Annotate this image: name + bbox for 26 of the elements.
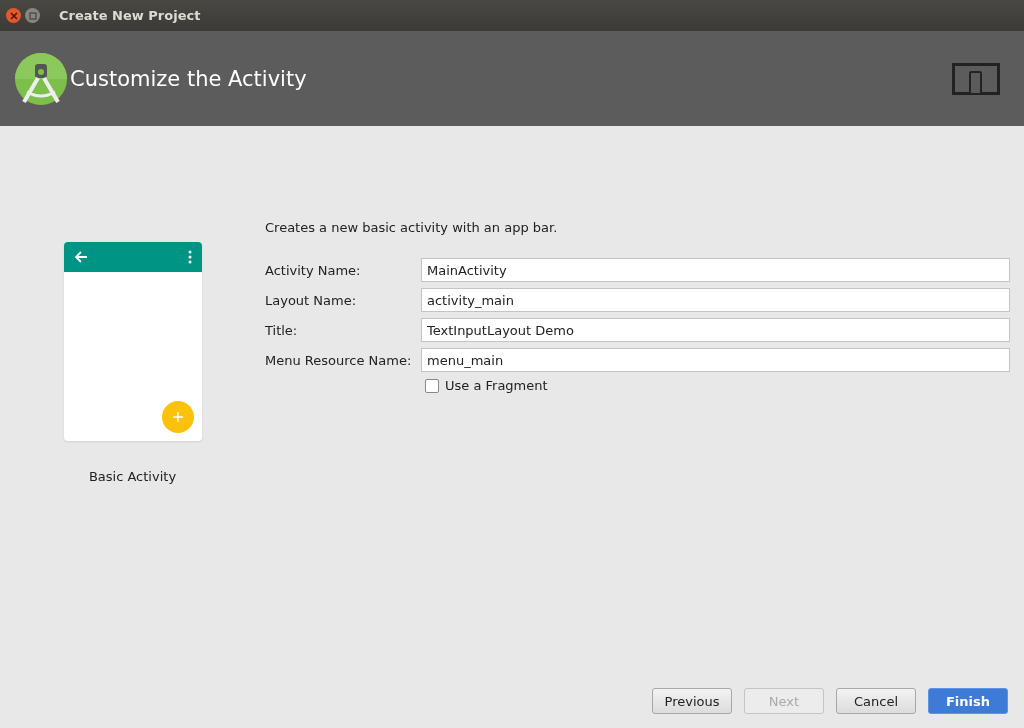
dialog-button[interactable]: Cancel [836, 688, 916, 714]
template-name: Basic Activity [88, 469, 177, 484]
fab-plus-icon [161, 401, 194, 433]
close-button[interactable] [6, 8, 21, 23]
page-title: Customize the Activity [70, 66, 308, 91]
window-title: Create New Project [59, 8, 201, 23]
close-icon [9, 11, 18, 20]
field-label: Menu Resource Name: [265, 352, 413, 368]
field-label: Activity Name: [265, 262, 362, 278]
checkbox-label[interactable]: Use a Fragment [445, 378, 548, 393]
dialog-button[interactable]: Finish [928, 688, 1008, 714]
field-label: Layout Name: [265, 292, 358, 308]
input-field[interactable]: menu_main [421, 348, 1010, 372]
field-label: Title: [265, 322, 299, 338]
input-field[interactable]: MainActivity [421, 258, 1010, 282]
dialog-button[interactable]: Previous [652, 688, 732, 714]
checkbox[interactable] [425, 378, 439, 393]
square-icon [28, 11, 37, 20]
device-icon [952, 62, 1000, 95]
input-field[interactable]: TextInputLayout Demo [421, 318, 1010, 342]
compass-logo-icon [14, 51, 68, 106]
maximize-button[interactable] [25, 8, 40, 23]
back-arrow-icon [73, 251, 88, 263]
description-text: Creates a new basic activity with an app bar. [265, 220, 559, 235]
input-field[interactable]: activity_main [421, 288, 1010, 312]
more-icon [187, 250, 192, 264]
